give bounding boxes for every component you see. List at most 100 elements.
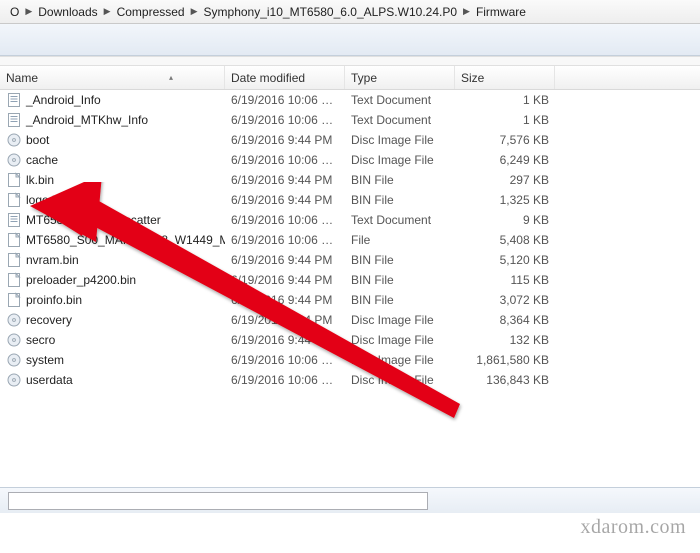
- table-row[interactable]: nvram.bin 6/19/2016 9:44 PMBIN File5,120 …: [0, 250, 700, 270]
- file-icon: [6, 172, 22, 188]
- file-type: Text Document: [345, 213, 455, 227]
- file-type: BIN File: [345, 253, 455, 267]
- file-size: 1 KB: [455, 93, 555, 107]
- table-row[interactable]: _Android_MTKhw_Info6/19/2016 10:06 PMTex…: [0, 110, 700, 130]
- table-row[interactable]: boot6/19/2016 9:44 PMDisc Image File7,57…: [0, 130, 700, 150]
- file-size: 297 KB: [455, 173, 555, 187]
- file-name-cell[interactable]: cache: [0, 152, 225, 168]
- bottom-input[interactable]: [8, 492, 428, 510]
- file-date: 6/19/2016 9:44 PM: [225, 333, 345, 347]
- file-size: 132 KB: [455, 333, 555, 347]
- table-row[interactable]: MT6580_Android_scatter6/19/2016 10:06 PM…: [0, 210, 700, 230]
- file-list: _Android_Info6/19/2016 10:06 PMText Docu…: [0, 90, 700, 390]
- breadcrumb-segment[interactable]: O: [4, 1, 25, 23]
- file-icon: [6, 92, 22, 108]
- file-name-cell[interactable]: preloader_p4200.bin: [0, 272, 225, 288]
- file-name-cell[interactable]: secro: [0, 332, 225, 348]
- file-size: 1,325 KB: [455, 193, 555, 207]
- file-type: Disc Image File: [345, 353, 455, 367]
- file-name: nvram.bin: [26, 253, 79, 267]
- file-name-cell[interactable]: recovery: [0, 312, 225, 328]
- file-name-cell[interactable]: userdata: [0, 372, 225, 388]
- header-type[interactable]: Type: [345, 66, 455, 89]
- file-type: Disc Image File: [345, 333, 455, 347]
- chevron-right-icon: ▶: [104, 6, 111, 17]
- sort-caret-icon: ▴: [169, 73, 173, 82]
- file-size: 8,364 KB: [455, 313, 555, 327]
- file-name: boot: [26, 133, 49, 147]
- file-type: Disc Image File: [345, 313, 455, 327]
- table-row[interactable]: MT6580_S00_MAIN_WR8_W1449_MD_W...6/19/20…: [0, 230, 700, 250]
- file-date: 6/19/2016 10:06 PM: [225, 353, 345, 367]
- file-size: 5,120 KB: [455, 253, 555, 267]
- table-row[interactable]: system6/19/2016 10:06 PMDisc Image File1…: [0, 350, 700, 370]
- breadcrumb-segment[interactable]: Symphony_i10_MT6580_6.0_ALPS.W10.24.P0: [198, 1, 464, 23]
- file-icon: [6, 192, 22, 208]
- file-size: 6,249 KB: [455, 153, 555, 167]
- file-icon: [6, 232, 22, 248]
- file-type: BIN File: [345, 273, 455, 287]
- file-type: Text Document: [345, 93, 455, 107]
- file-name-cell[interactable]: proinfo.bin: [0, 292, 225, 308]
- file-type: Text Document: [345, 113, 455, 127]
- table-row[interactable]: preloader_p4200.bin6/19/2016 9:44 PMBIN …: [0, 270, 700, 290]
- file-date: 6/19/2016 10:06 PM: [225, 373, 345, 387]
- header-date[interactable]: Date modified: [225, 66, 345, 89]
- breadcrumb-segment[interactable]: Downloads: [32, 1, 103, 23]
- file-name-cell[interactable]: MT6580_S00_MAIN_WR8_W1449_MD_W...: [0, 232, 225, 248]
- breadcrumb-segment[interactable]: Firmware: [470, 1, 532, 23]
- file-name: MT6580_Android_scatter: [26, 213, 161, 227]
- file-type: Disc Image File: [345, 373, 455, 387]
- separator: [0, 56, 700, 66]
- file-name: secro: [26, 333, 55, 347]
- table-row[interactable]: userdata6/19/2016 10:06 PMDisc Image Fil…: [0, 370, 700, 390]
- file-date: 6/19/2016 9:44 PM: [225, 253, 345, 267]
- file-type: Disc Image File: [345, 133, 455, 147]
- file-type: Disc Image File: [345, 153, 455, 167]
- file-name-cell[interactable]: logo.bin: [0, 192, 225, 208]
- file-name: _Android_MTKhw_Info: [26, 113, 148, 127]
- file-name-cell[interactable]: MT6580_Android_scatter: [0, 212, 225, 228]
- file-icon: [6, 332, 22, 348]
- file-name: proinfo.bin: [26, 293, 82, 307]
- file-name: cache: [26, 153, 58, 167]
- file-name-cell[interactable]: system: [0, 352, 225, 368]
- file-name-cell[interactable]: _Android_Info: [0, 92, 225, 108]
- file-name: preloader_p4200.bin: [26, 273, 136, 287]
- file-date: 6/19/2016 10:06 PM: [225, 93, 345, 107]
- file-date: 6/19/2016 10:06 PM: [225, 233, 345, 247]
- header-size[interactable]: Size: [455, 66, 555, 89]
- file-name: _Android_Info: [26, 93, 101, 107]
- file-name: recovery: [26, 313, 72, 327]
- table-row[interactable]: logo.bin6/19/2016 9:44 PMBIN File1,325 K…: [0, 190, 700, 210]
- file-icon: [6, 212, 22, 228]
- file-name: system: [26, 353, 64, 367]
- file-name-cell[interactable]: _Android_MTKhw_Info: [0, 112, 225, 128]
- table-row[interactable]: recovery 6/19/2016 9:44 PMDisc Image File…: [0, 310, 700, 330]
- file-type: BIN File: [345, 293, 455, 307]
- breadcrumb[interactable]: O▶Downloads▶Compressed▶Symphony_i10_MT65…: [0, 0, 700, 24]
- file-name-cell[interactable]: nvram.bin: [0, 252, 225, 268]
- file-size: 1 KB: [455, 113, 555, 127]
- table-row[interactable]: secro 6/19/2016 9:44 PMDisc Image File132…: [0, 330, 700, 350]
- file-type: BIN File: [345, 173, 455, 187]
- file-date: 6/19/2016 9:44 PM: [225, 193, 345, 207]
- file-icon: [6, 352, 22, 368]
- table-row[interactable]: proinfo.bin 6/19/2016 9:44 PMBIN File3,07…: [0, 290, 700, 310]
- table-row[interactable]: _Android_Info 6/19/2016 10:06 PMText Docu…: [0, 90, 700, 110]
- file-icon: [6, 132, 22, 148]
- file-date: 6/19/2016 9:44 PM: [225, 313, 345, 327]
- breadcrumb-segment[interactable]: Compressed: [111, 1, 191, 23]
- file-icon: [6, 372, 22, 388]
- header-name[interactable]: Name ▴: [0, 66, 225, 89]
- file-icon: [6, 112, 22, 128]
- file-size: 3,072 KB: [455, 293, 555, 307]
- chevron-right-icon: ▶: [25, 6, 32, 17]
- file-name-cell[interactable]: lk.bin: [0, 172, 225, 188]
- table-row[interactable]: cache6/19/2016 10:06 PMDisc Image File6,…: [0, 150, 700, 170]
- file-date: 6/19/2016 9:44 PM: [225, 293, 345, 307]
- table-row[interactable]: lk.bin6/19/2016 9:44 PMBIN File297 KB: [0, 170, 700, 190]
- file-size: 9 KB: [455, 213, 555, 227]
- file-size: 115 KB: [455, 273, 555, 287]
- file-name-cell[interactable]: boot: [0, 132, 225, 148]
